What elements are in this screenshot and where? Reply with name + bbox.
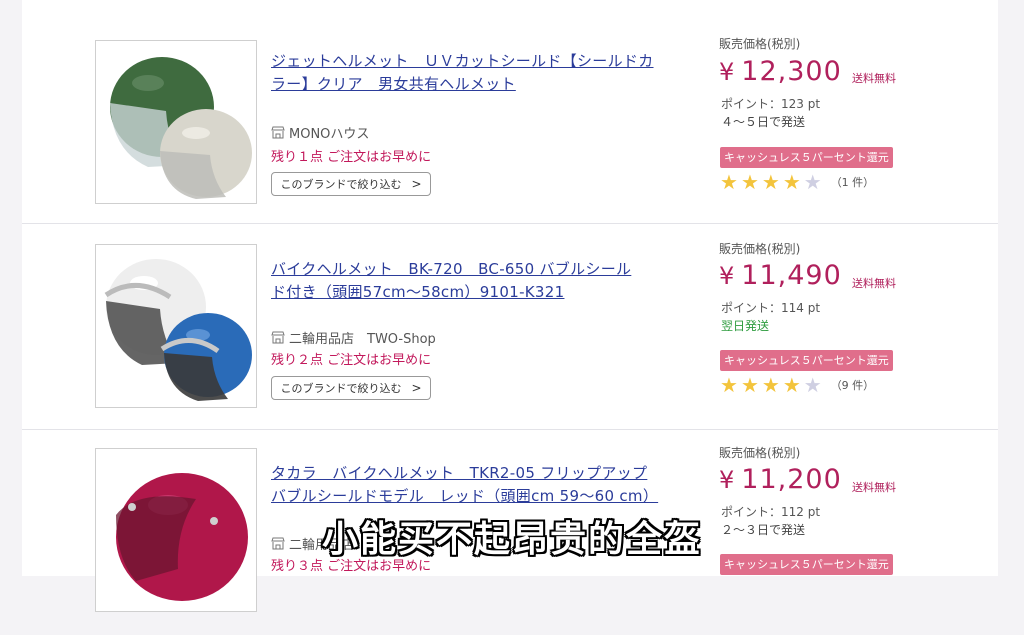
star-icon: ★ — [782, 373, 801, 397]
star-empty-icon: ★ — [803, 373, 822, 397]
delivery-time: 翌日発送 — [721, 319, 770, 333]
cashless-badge: キャッシュレス５パーセント還元 — [720, 147, 893, 168]
star-icon: ★ — [720, 170, 738, 194]
shop-name[interactable]: MONOハウス — [271, 123, 369, 142]
star-rating[interactable]: ★ ★ ★ ★ ★ （9 件） — [720, 375, 874, 395]
star-rating[interactable]: ★ ★ ★ ★ ★ （1 件） — [720, 172, 874, 192]
delivery-time: ４〜５日で発送 — [721, 115, 806, 129]
cashless-badge: キャッシュレス５パーセント還元 — [720, 350, 893, 371]
stock-notice: 残り２点 ご注文はお早めに — [271, 353, 432, 368]
product-title-link[interactable]: タカラ バイクヘルメット TKR2-05 フリップアップ バブルシールドモデル … — [271, 462, 661, 508]
points: ポイント：114 pt — [721, 301, 821, 315]
product-title-link[interactable]: ジェットヘルメット ＵＶカットシールド【シールドカ ラー】クリア 男女共有ヘルメ… — [271, 50, 661, 96]
filter-brand-button[interactable]: このブランドで絞り込む > — [271, 376, 431, 400]
star-icon: ★ — [740, 170, 759, 194]
price: ¥12,300 — [719, 56, 842, 87]
review-count[interactable]: （1 件） — [831, 174, 875, 190]
star-icon: ★ — [740, 373, 759, 397]
points: ポイント：123 pt — [721, 97, 821, 111]
product-item: ジェットヘルメット ＵＶカットシールド【シールドカ ラー】クリア 男女共有ヘルメ… — [22, 18, 998, 224]
star-icon: ★ — [782, 170, 801, 194]
price-label: 販売価格(税別) — [719, 446, 801, 460]
price: ¥11,200 — [719, 464, 842, 495]
shop-icon — [271, 126, 285, 139]
shop-name[interactable]: 二輪用品店 TWO-Shop — [271, 328, 436, 347]
chevron-right-icon: > — [411, 177, 422, 191]
product-image[interactable] — [95, 244, 257, 408]
star-icon: ★ — [720, 373, 738, 397]
review-count[interactable]: （9 件） — [831, 377, 875, 393]
video-subtitle: 小能买不起昂贵的全盔 — [321, 519, 702, 560]
free-shipping-label: 送料無料 — [852, 72, 896, 85]
filter-brand-button[interactable]: このブランドで絞り込む > — [271, 172, 431, 196]
shop-icon — [271, 331, 285, 344]
star-empty-icon: ★ — [803, 170, 822, 194]
star-icon: ★ — [761, 170, 780, 194]
star-icon: ★ — [761, 373, 780, 397]
product-image[interactable] — [95, 40, 257, 204]
price-label: 販売価格(税別) — [719, 242, 801, 256]
free-shipping-label: 送料無料 — [852, 481, 896, 494]
product-item: バイクヘルメット BK-720 BC-650 バブルシール ド付き（頭囲57cm… — [22, 224, 998, 430]
price: ¥11,490 — [719, 260, 842, 291]
chevron-right-icon: > — [411, 381, 422, 395]
product-title-link[interactable]: バイクヘルメット BK-720 BC-650 バブルシール ド付き（頭囲57cm… — [271, 258, 661, 304]
product-listing: ジェットヘルメット ＵＶカットシールド【シールドカ ラー】クリア 男女共有ヘルメ… — [22, 0, 998, 612]
free-shipping-label: 送料無料 — [852, 277, 896, 290]
price-label: 販売価格(税別) — [719, 37, 801, 51]
stock-notice: 残り１点 ご注文はお早めに — [271, 150, 432, 165]
